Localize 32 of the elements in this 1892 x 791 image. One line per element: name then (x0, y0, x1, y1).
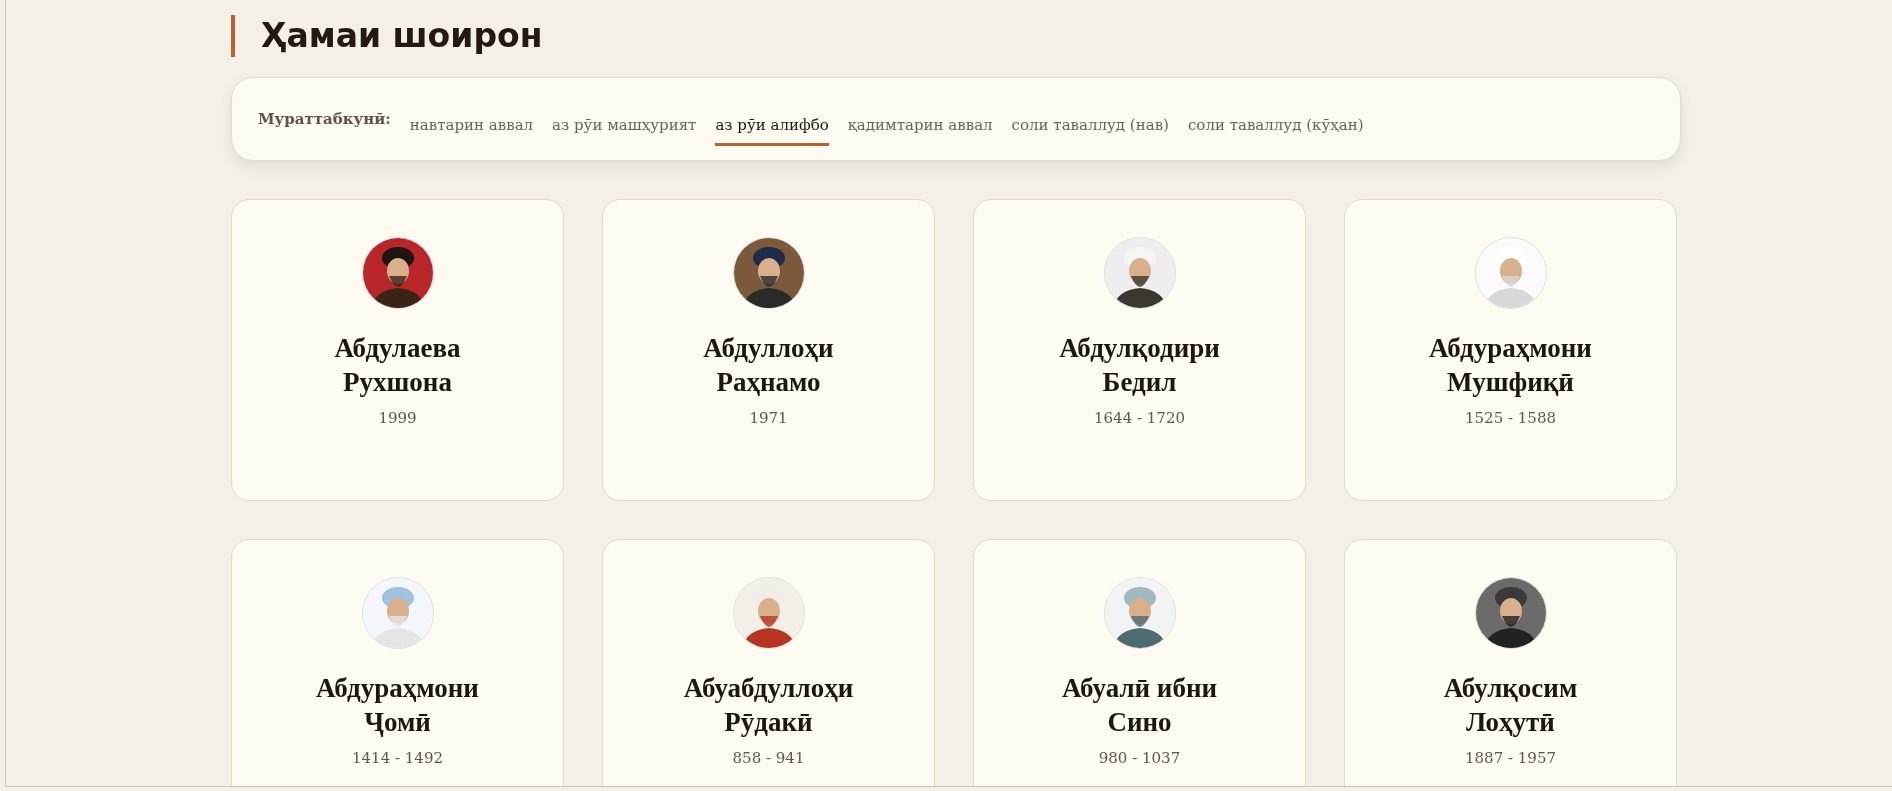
sort-option[interactable]: соли таваллуд (кӯҳан) (1187, 105, 1364, 146)
poet-years: 1887 - 1957 (1465, 749, 1556, 767)
poet-name: Абуалӣ ибни Сино (1061, 672, 1218, 739)
poet-years: 1999 (378, 409, 417, 427)
poet-name: Абдураҳмони Ҷомӣ (316, 672, 479, 739)
poet-years: 1971 (749, 409, 788, 427)
poet-card[interactable]: Абдураҳмони Мушфиқӣ 1525 - 1588 (1344, 199, 1677, 501)
poet-card[interactable]: Абдулқодири Бедил 1644 - 1720 (973, 199, 1306, 501)
poet-years: 858 - 941 (732, 749, 805, 767)
poet-name: Абдулқодири Бедил (1059, 332, 1220, 399)
poet-years: 1644 - 1720 (1094, 409, 1185, 427)
poet-card[interactable]: Абдураҳмони Ҷомӣ 1414 - 1492 (231, 539, 564, 786)
sort-option[interactable]: аз рӯи алифбо (715, 105, 829, 146)
sort-option[interactable]: навтарин аввал (409, 105, 534, 146)
poet-name: Абдуллоҳи Раҳнамо (703, 332, 834, 399)
sort-option[interactable]: аз рӯи машҳурият (552, 105, 697, 146)
page-heading: Ҳамаи шоирон (231, 15, 1681, 57)
sort-option[interactable]: соли таваллуд (нав) (1011, 105, 1169, 146)
poet-years: 1414 - 1492 (352, 749, 443, 767)
poet-name: Абуабдуллоҳи Рӯдакӣ (683, 672, 854, 739)
poet-name: Абдураҳмони Мушфиқӣ (1429, 332, 1592, 399)
poet-card[interactable]: Абуалӣ ибни Сино 980 - 1037 (973, 539, 1306, 786)
poet-years: 1525 - 1588 (1465, 409, 1556, 427)
poet-name: Абдулаева Рухшона (334, 332, 461, 399)
poet-name: Абулқосим Лоҳутӣ (1443, 672, 1578, 739)
poet-card[interactable]: Абуабдуллоҳи Рӯдакӣ 858 - 941 (602, 539, 935, 786)
sort-label: Мураттабкунӣ: (258, 110, 391, 128)
poet-card[interactable]: Абдуллоҳи Раҳнамо 1971 (602, 199, 935, 501)
sort-option[interactable]: қадимтарин аввал (847, 105, 993, 146)
poet-years: 980 - 1037 (1098, 749, 1181, 767)
poet-card[interactable]: Абдулаева Рухшона 1999 (231, 199, 564, 501)
poet-card[interactable]: Абулқосим Лоҳутӣ 1887 - 1957 (1344, 539, 1677, 786)
